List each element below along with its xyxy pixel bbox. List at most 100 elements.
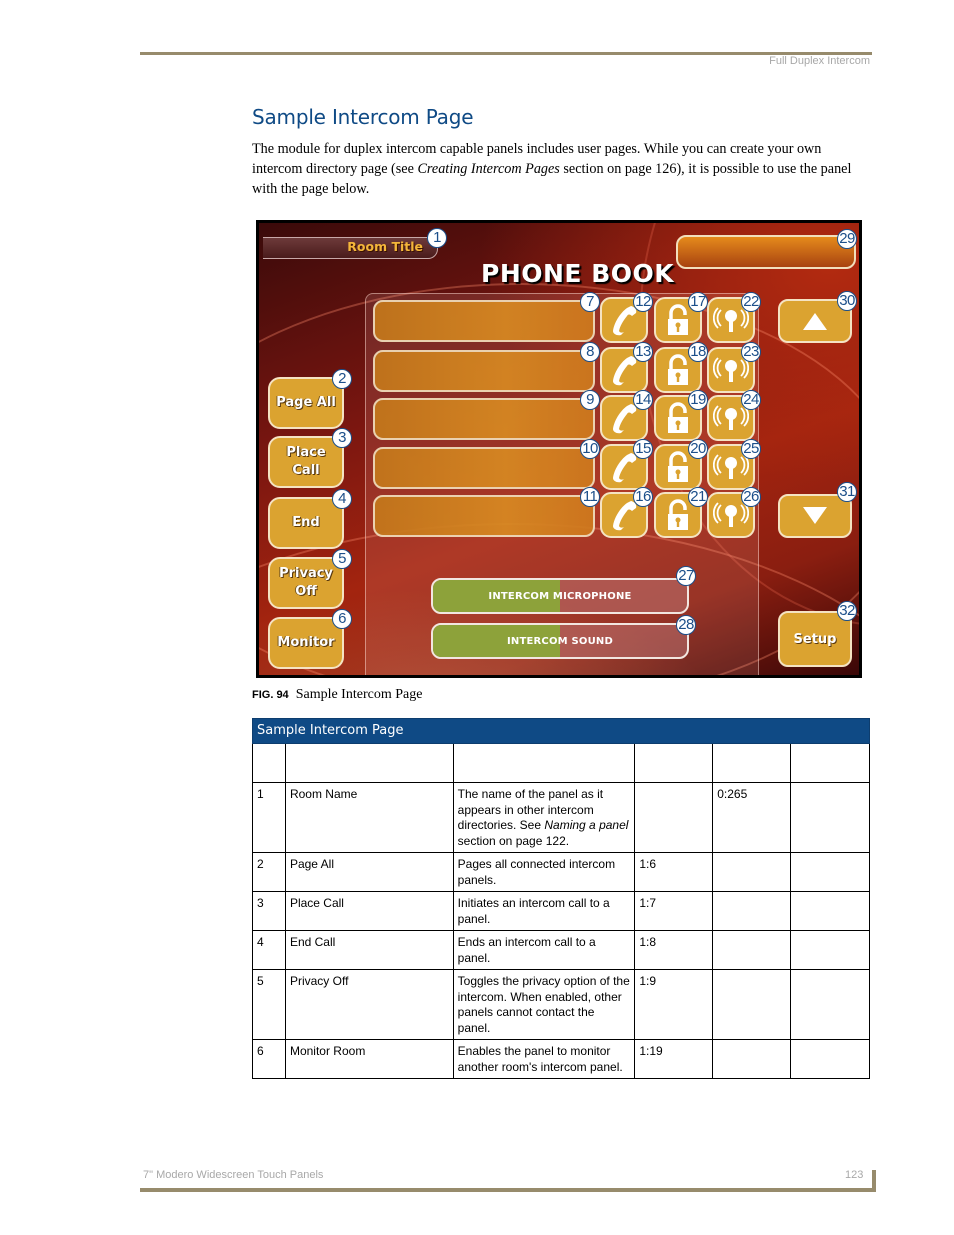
figure-caption: FIG. 94 Sample Intercom Page [252, 687, 422, 703]
header-rule [140, 52, 872, 55]
table-cell [712, 891, 792, 931]
unlock-padlock-icon [668, 354, 688, 385]
status-field [676, 235, 856, 269]
cross-reference: Naming a panel [544, 818, 629, 832]
sound-level-label: INTERCOM SOUND [506, 635, 613, 647]
table-cell [790, 852, 870, 892]
table-cell: 1:8 [634, 930, 714, 970]
callout-marker: 24 [741, 390, 761, 410]
table-cell: 1:7 [634, 891, 714, 931]
callout-marker: 30 [837, 291, 857, 311]
callout-marker: 13 [633, 342, 653, 362]
callout-marker: 7 [580, 292, 600, 312]
table-cell [712, 930, 792, 970]
table-cell: 2 [252, 852, 286, 892]
callout-marker: 22 [741, 292, 761, 312]
table-cell [790, 782, 870, 853]
callout-marker: 21 [688, 487, 708, 507]
callout-marker: 32 [837, 601, 857, 621]
callout-marker: 5 [332, 549, 352, 569]
phone-book-title: PHONE BOOK [481, 259, 675, 288]
table-cell [790, 743, 870, 783]
table-cell [712, 743, 792, 783]
side-button-place-call[interactable]: Place Call [268, 436, 344, 488]
directory-entry[interactable] [373, 350, 595, 392]
table-cell: 1:9 [634, 969, 714, 1040]
side-button-monitor[interactable]: Monitor [268, 617, 344, 669]
table-row: 1 Room Name The name of the panel as it ap… [252, 782, 870, 853]
table-cell [712, 852, 792, 892]
table-row: 2 Page All Pages all connected intercom pa… [252, 852, 870, 892]
microphone-level-bar[interactable]: INTERCOM MICROPHONE [431, 578, 689, 614]
panel-screenshot: Room Title PHONE BOOK 7 12 17 22 8 13 18 23 9 14 1… [256, 220, 862, 678]
footer-title: 7" Modero Widescreen Touch Panels [143, 1169, 324, 1181]
table-cell [712, 1039, 792, 1079]
callout-marker: 1 [427, 228, 447, 248]
side-button-end[interactable]: End [268, 497, 344, 549]
callout-marker: 19 [688, 390, 708, 410]
table-cell: Toggles the privacy option of the interc… [452, 969, 636, 1040]
table-cell: 1:19 [634, 1039, 714, 1079]
callout-marker: 11 [580, 487, 600, 507]
intro-paragraph: The module for duplex intercom capable p… [252, 139, 862, 199]
callout-marker: 27 [676, 566, 696, 586]
table-cell: Initiates an intercom call to a panel. [452, 891, 636, 931]
unlock-padlock-icon [668, 451, 688, 482]
callout-marker: 2 [332, 369, 352, 389]
callout-marker: 12 [633, 292, 653, 312]
room-title-bar[interactable]: Room Title [263, 237, 438, 259]
side-button-label: Place Call [286, 445, 326, 478]
spec-table: Sample Intercom Page 1 Room Name The name … [252, 718, 870, 1079]
directory-entry[interactable] [373, 447, 595, 489]
callout-marker: 15 [633, 439, 653, 459]
table-cell: 4 [252, 930, 286, 970]
table-cell: Ends an intercom call to a panel. [452, 930, 636, 970]
table-cell [790, 930, 870, 970]
page-number: 123 [845, 1169, 864, 1181]
setup-label: Setup [793, 631, 837, 647]
callout-marker: 17 [688, 292, 708, 312]
intro-reference: Creating Intercom Pages [417, 161, 560, 177]
directory-entry[interactable] [373, 300, 595, 342]
table-row: 4 End Call Ends an intercom call to a pane… [252, 930, 870, 970]
table-cell: Monitor Room [284, 1039, 454, 1079]
table-row: 6 Monitor Room Enables the panel to monito… [252, 1039, 870, 1079]
callout-marker: 3 [332, 428, 352, 448]
directory-entry[interactable] [373, 398, 595, 440]
panel-background: Room Title PHONE BOOK 7 12 17 22 8 13 18 23 9 14 1… [259, 223, 859, 675]
callout-marker: 18 [688, 342, 708, 362]
table-cell [284, 743, 454, 783]
side-button-page-all[interactable]: Page All [268, 377, 344, 429]
figure-number: FIG. 94 [252, 689, 289, 701]
side-button-privacy-off[interactable]: Privacy Off [268, 557, 344, 609]
room-title-text: Room Title [347, 239, 423, 254]
table-cell: End Call [284, 930, 454, 970]
table-cell: Page All [284, 852, 454, 892]
callout-marker: 8 [580, 342, 600, 362]
callout-marker: 31 [837, 482, 857, 502]
sound-level-bar[interactable]: INTERCOM SOUND [431, 623, 689, 659]
table-cell: Room Name [284, 782, 454, 853]
table-cell: 5 [252, 969, 286, 1040]
directory-entry[interactable] [373, 495, 595, 537]
figure-caption-text: Sample Intercom Page [295, 687, 423, 702]
down-arrow-icon [803, 507, 827, 524]
table-cell: The name of the panel as it appears in o… [452, 782, 636, 853]
table-cell: Place Call [284, 891, 454, 931]
side-button-label: Privacy Off [279, 566, 333, 599]
callout-marker: 25 [741, 439, 761, 459]
table-cell [252, 743, 286, 783]
unlock-padlock-icon [668, 304, 688, 335]
table-cell [790, 891, 870, 931]
section-title: Sample Intercom Page [252, 105, 474, 129]
callout-marker: 9 [580, 390, 600, 410]
running-head: Full Duplex Intercom [769, 55, 870, 67]
table-cell [634, 782, 714, 853]
table-cell [790, 969, 870, 1040]
table-cell: 6 [252, 1039, 286, 1079]
table-cell: 1 [252, 782, 286, 853]
footer-rule-tick [872, 1170, 876, 1192]
table-cell: 0:265 [712, 782, 792, 853]
unlock-padlock-icon [668, 499, 688, 530]
callout-marker: 10 [580, 439, 600, 459]
